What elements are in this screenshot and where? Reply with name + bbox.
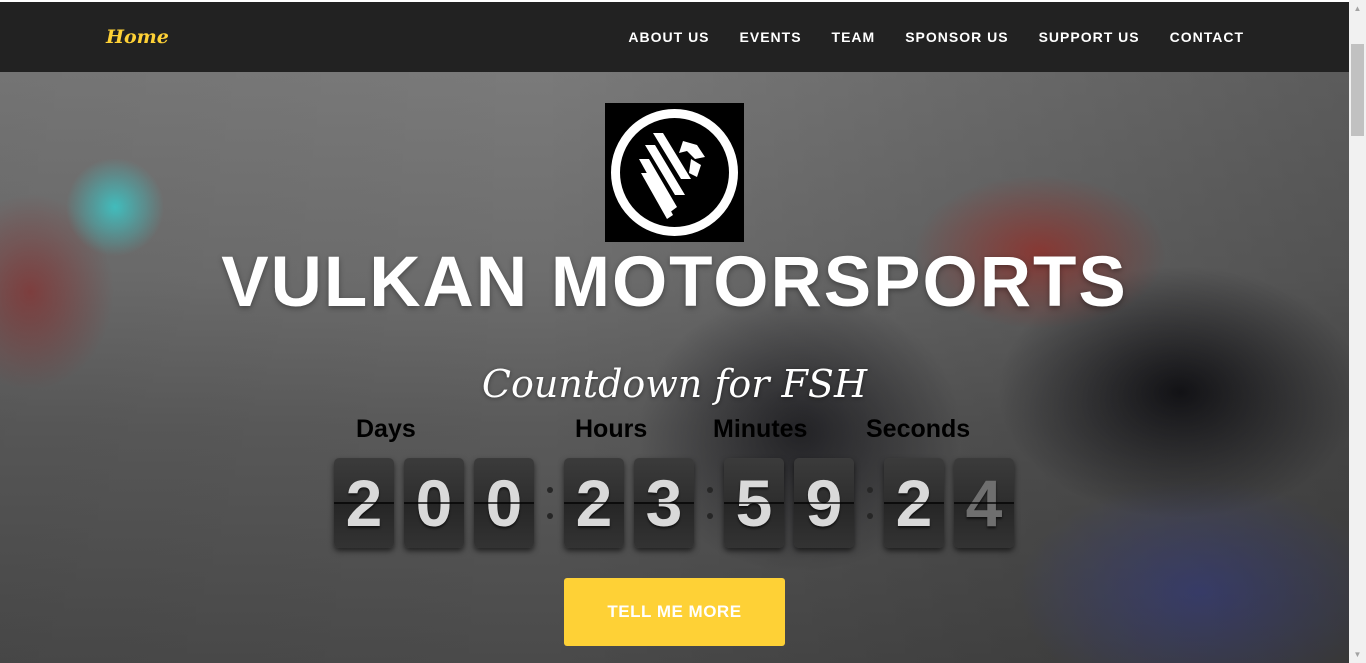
navbar: Home About Us Events Team Sponsor Us Sup… — [0, 2, 1349, 72]
vulkan-logo — [605, 103, 744, 242]
nav-link-support-us[interactable]: Support Us — [1039, 29, 1140, 45]
nav-link-contact[interactable]: Contact — [1170, 29, 1244, 45]
countdown-digit-hours-1: 2 — [564, 458, 624, 548]
brand-home-link[interactable]: Home — [106, 26, 169, 48]
tell-me-more-button[interactable]: Tell Me More — [564, 578, 785, 646]
page: Home About Us Events Team Sponsor Us Sup… — [0, 0, 1349, 663]
nav-link-team[interactable]: Team — [832, 29, 876, 45]
scroll-up-arrow-icon[interactable]: ▲ — [1349, 0, 1366, 17]
countdown-digit-minutes-1: 5 — [724, 458, 784, 548]
countdown-digit-seconds-2: 4 — [954, 458, 1014, 548]
countdown-label-days: Days — [356, 415, 416, 443]
countdown-digit-seconds-1: 2 — [884, 458, 944, 548]
countdown-digit-hours-2: 3 — [634, 458, 694, 548]
hero-section: VULKAN MOTORSPORTS Countdown for FSH Day… — [0, 72, 1349, 663]
scroll-thumb[interactable] — [1351, 44, 1364, 136]
countdown-separator — [866, 478, 874, 528]
countdown-label-seconds: Seconds — [866, 415, 971, 443]
scroll-down-arrow-icon[interactable]: ▼ — [1349, 646, 1366, 663]
nav-link-events[interactable]: Events — [740, 29, 802, 45]
countdown-subtitle: Countdown for FSH — [481, 362, 868, 406]
nav-links: About Us Events Team Sponsor Us Support … — [628, 29, 1244, 45]
countdown-digit-days-2: 0 — [404, 458, 464, 548]
countdown-separator — [706, 478, 714, 528]
site-title: VULKAN MOTORSPORTS — [221, 243, 1128, 322]
page-scrollbar[interactable]: ▲ ▼ — [1349, 0, 1366, 663]
countdown-label-hours: Hours — [575, 415, 648, 443]
nav-link-about-us[interactable]: About Us — [628, 29, 709, 45]
countdown-digit-days-1: 2 — [334, 458, 394, 548]
countdown-separator — [546, 478, 554, 528]
nav-link-sponsor-us[interactable]: Sponsor Us — [905, 29, 1008, 45]
countdown-label-minutes: Minutes — [713, 415, 808, 443]
countdown-digit-days-3: 0 — [474, 458, 534, 548]
countdown-digit-minutes-2: 9 — [794, 458, 854, 548]
phoenix-logo-icon — [611, 109, 738, 236]
